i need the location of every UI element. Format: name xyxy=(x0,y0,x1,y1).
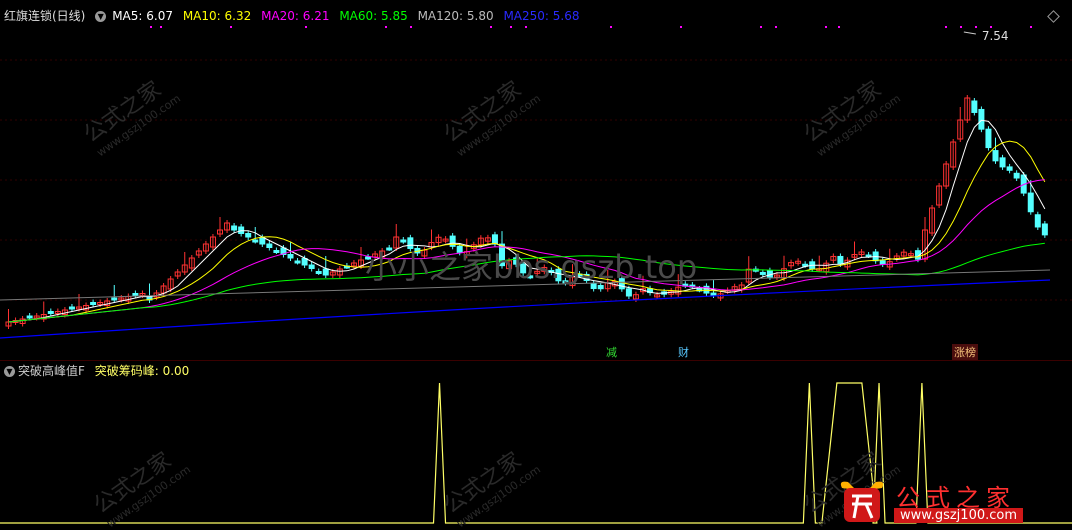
main-chart-header: 红旗连锁(日线) ▼ MA5: 6.07 MA10: 6.32 MA20: 6.2… xyxy=(4,7,585,24)
signal-dot xyxy=(610,26,612,28)
candle-body xyxy=(231,225,238,231)
candle-body xyxy=(90,302,97,305)
indicator-header: ▼ 突破高峰值F 突破筹码峰: 0.00 xyxy=(4,362,189,379)
candle-body xyxy=(68,306,75,310)
candle-body xyxy=(245,233,252,238)
collapse-icon[interactable]: ▼ xyxy=(4,366,15,377)
candle-body xyxy=(308,264,315,269)
event-tag-top-gainer[interactable]: 涨榜 xyxy=(952,344,978,360)
candle-body xyxy=(766,270,773,278)
signal-dot xyxy=(838,26,840,28)
candle-body xyxy=(1006,166,1013,171)
brand-seal-icon xyxy=(840,481,884,522)
candle-body xyxy=(266,243,273,248)
ma20-label: MA20: 6.21 xyxy=(261,9,330,23)
ma60-label: MA60: 5.85 xyxy=(339,9,408,23)
signal-dot xyxy=(160,26,162,28)
max-price-label: 7.54 xyxy=(982,29,1009,43)
candle-body xyxy=(999,157,1006,168)
indicator-name[interactable]: 突破高峰值F xyxy=(18,364,85,378)
main-chart-panel[interactable]: 7.54 红旗连锁(日线) ▼ MA5: 6.07 MA10: 6.32 MA20… xyxy=(0,0,1072,360)
signal-dot xyxy=(960,26,962,28)
candle-body xyxy=(252,239,259,243)
indicator-panel[interactable]: ▼ 突破高峰值F 突破筹码峰: 0.00 公式之家 www.gszj100.com … xyxy=(0,360,1072,530)
brand-url: www.gszj100.com xyxy=(894,508,1024,523)
candle-body xyxy=(132,293,139,296)
signal-dot xyxy=(410,26,412,28)
candle-body xyxy=(315,271,322,274)
event-tag-finance[interactable]: 财 xyxy=(676,344,691,360)
candle-body xyxy=(759,271,766,275)
signal-dot xyxy=(775,26,777,28)
brand-logo-block: 公式之家 www.gszj100.com xyxy=(836,478,1046,526)
candle-body xyxy=(259,237,266,245)
signal-dot xyxy=(680,26,682,28)
signal-dot xyxy=(385,26,387,28)
candle-body xyxy=(322,268,329,276)
signal-dot xyxy=(990,26,992,28)
candle-body xyxy=(301,258,308,266)
candle-body xyxy=(985,128,992,149)
ma10-label: MA10: 6.32 xyxy=(182,9,252,23)
candle-body xyxy=(1027,192,1034,213)
candle-body xyxy=(1034,214,1041,228)
candle-body xyxy=(978,108,985,130)
candle-body xyxy=(992,150,999,162)
signal-dot xyxy=(230,26,232,28)
signal-dot xyxy=(975,26,977,28)
candle-body xyxy=(111,297,118,301)
signal-dot xyxy=(825,26,827,28)
candle-body xyxy=(273,250,280,253)
candle-body xyxy=(1013,172,1020,179)
candle-body xyxy=(287,254,294,259)
ma250-line xyxy=(0,279,1051,339)
event-tag-reduce[interactable]: 减 xyxy=(604,344,619,360)
stock-title[interactable]: 红旗连锁(日线) xyxy=(4,9,85,23)
indicator-value: 突破筹码峰: 0.00 xyxy=(94,364,190,378)
signal-dot xyxy=(510,26,512,28)
candle-body xyxy=(625,288,632,297)
candle-body xyxy=(26,315,33,319)
signal-dot xyxy=(305,26,307,28)
candle-body xyxy=(710,292,717,296)
candle-body xyxy=(971,100,978,113)
forum-watermark: 小小之家bbs.gszb.top xyxy=(365,248,698,286)
signal-dot xyxy=(945,26,947,28)
candle-body xyxy=(879,260,886,265)
candle-body xyxy=(47,311,54,314)
signal-dot xyxy=(490,26,492,28)
signal-dot xyxy=(760,26,762,28)
signal-dot xyxy=(150,26,152,28)
candlestick-chart[interactable]: 7.54 xyxy=(0,0,1072,360)
candle-body xyxy=(1041,223,1048,236)
candle-body xyxy=(837,255,844,265)
signal-dot xyxy=(1030,26,1032,28)
candle-body xyxy=(294,260,301,264)
collapse-icon[interactable]: ▼ xyxy=(95,11,107,22)
ma250-label: MA250: 5.68 xyxy=(503,9,580,23)
ma120-label: MA120: 5.80 xyxy=(417,9,494,23)
signal-dot xyxy=(525,26,527,28)
max-price-pointer xyxy=(963,31,976,35)
ma5-label: MA5: 6.07 xyxy=(112,9,173,23)
